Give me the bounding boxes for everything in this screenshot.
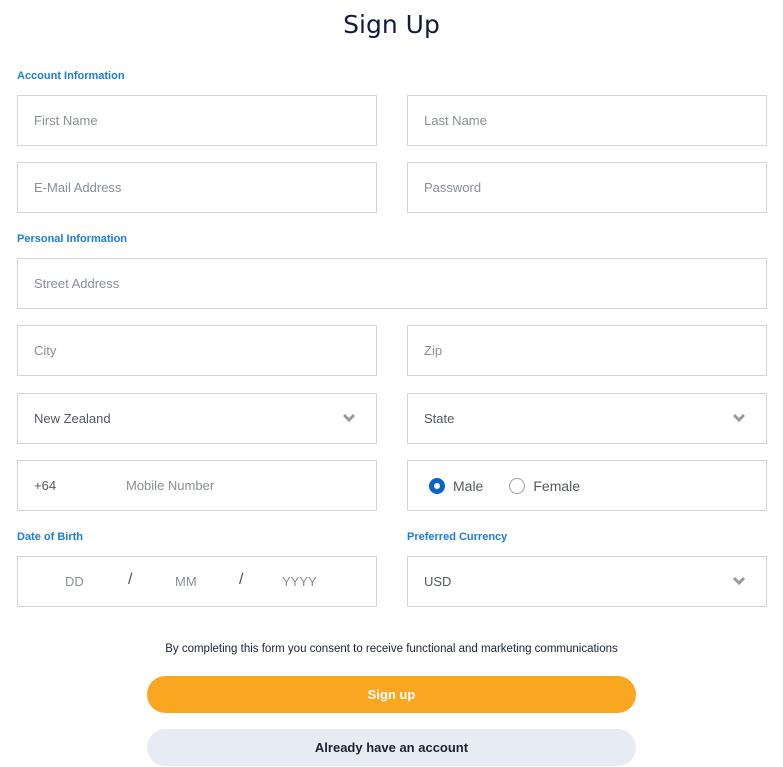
consent-text: By completing this form you consent to r… <box>165 643 618 655</box>
first-name-input[interactable]: First Name <box>17 95 377 146</box>
chevron-down-icon <box>732 413 746 423</box>
state-select[interactable]: State <box>407 393 767 444</box>
currency-value: USD <box>424 574 452 589</box>
radio-empty-icon <box>509 477 526 494</box>
page-title: Sign Up <box>343 10 440 39</box>
mobile-field[interactable]: +64 Mobile Number <box>17 460 377 511</box>
chevron-down-icon <box>342 413 356 423</box>
dob-month-input[interactable]: MM <box>175 574 197 589</box>
currency-label: Preferred Currency <box>407 531 508 543</box>
gender-male-radio[interactable]: Male <box>429 477 484 494</box>
dob-field: DD / MM / YYYY <box>17 556 377 607</box>
zip-input[interactable]: Zip <box>407 325 767 376</box>
login-button[interactable]: Already have an account <box>147 729 636 766</box>
street-address-input[interactable]: Street Address <box>17 258 767 309</box>
country-select[interactable]: New Zealand <box>17 393 377 444</box>
sign-up-button[interactable]: Sign up <box>147 676 636 713</box>
male-label: Male <box>453 477 484 494</box>
gender-radio-group: Male Female <box>407 460 767 511</box>
chevron-down-icon <box>732 576 746 586</box>
password-input[interactable]: Password <box>407 162 767 213</box>
country-value: New Zealand <box>34 411 111 426</box>
state-value: State <box>424 411 455 426</box>
last-name-input[interactable]: Last Name <box>407 95 767 146</box>
currency-select[interactable]: USD <box>407 556 767 607</box>
gender-female-radio[interactable]: Female <box>509 477 581 494</box>
section-personal-label: Personal Information <box>17 233 128 245</box>
phone-prefix[interactable]: +64 <box>34 478 126 493</box>
dob-day-input[interactable]: DD <box>65 574 84 589</box>
email-input[interactable]: E-Mail Address <box>17 162 377 213</box>
dob-year-input[interactable]: YYYY <box>282 574 317 589</box>
dob-separator: / <box>239 571 244 588</box>
mobile-number-input[interactable]: Mobile Number <box>126 478 214 493</box>
dob-label: Date of Birth <box>17 531 83 543</box>
dob-separator: / <box>128 571 133 588</box>
female-label: Female <box>533 477 581 494</box>
section-account-label: Account Information <box>17 70 125 82</box>
radio-selected-icon <box>429 477 445 494</box>
city-input[interactable]: City <box>17 325 377 376</box>
